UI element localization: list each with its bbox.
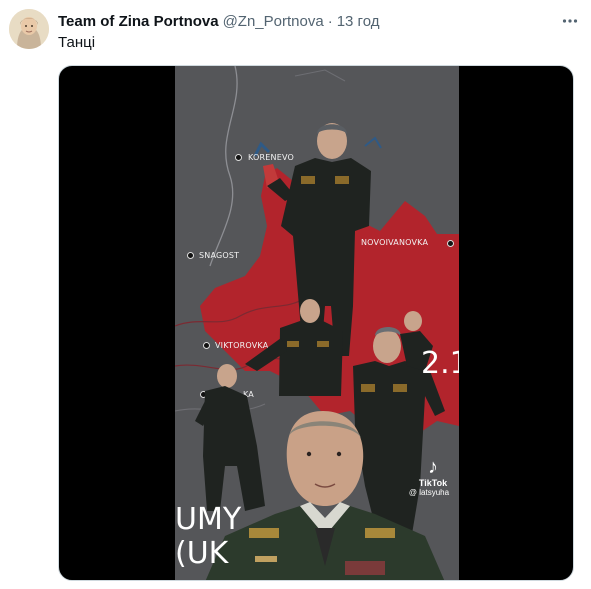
tiktok-brand: TikTok	[418, 478, 448, 488]
avatar-portrait-icon	[9, 9, 49, 49]
more-options-button[interactable]	[559, 11, 581, 31]
overlay-number: 2.15	[421, 346, 459, 381]
separator: ·	[327, 12, 333, 30]
tweet-header: Team of Zina Portnova @Zn_Portnova · 13 …	[58, 11, 581, 31]
timestamp[interactable]: 13 год	[337, 13, 380, 30]
tweet-text: Танці	[58, 34, 96, 51]
more-horizontal-icon	[562, 19, 578, 23]
officer-figure-top	[267, 123, 371, 356]
author-name[interactable]: Team of Zina Portnova	[58, 13, 219, 30]
tiktok-username: @ latsyuha	[408, 488, 450, 497]
avatar[interactable]	[9, 9, 49, 49]
video-frame: KORENEVO SNAGOST NOVOIVANOVKA VIKTOROVKA…	[175, 66, 459, 580]
officer-figure-middle	[245, 299, 343, 396]
overlay-city-line2: (UK	[175, 536, 229, 571]
author-handle[interactable]: @Zn_Portnova	[223, 13, 324, 30]
officer-figure-left	[195, 364, 265, 511]
tweet: Team of Zina Portnova @Zn_Portnova · 13 …	[0, 0, 591, 589]
tiktok-logo-icon: ♪	[428, 456, 438, 478]
overlay-city-line1: UMY	[175, 502, 242, 537]
video-player[interactable]: KORENEVO SNAGOST NOVOIVANOVKA VIKTOROVKA…	[58, 65, 574, 581]
tiktok-watermark: ♪ TikTok @ latsyuha	[409, 456, 453, 497]
